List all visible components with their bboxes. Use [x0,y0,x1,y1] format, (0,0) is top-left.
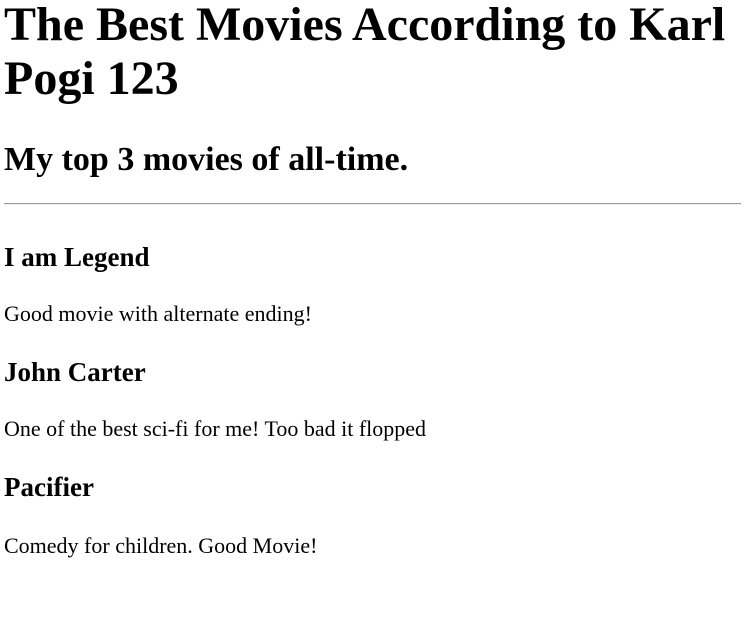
movie-title-i-am-legend: I am Legend [4,242,150,272]
divider [4,203,741,205]
movie-description-i-am-legend: Good movie with alternate ending! [4,301,312,326]
movie-description-pacifier: Comedy for children. Good Movie! [4,533,318,558]
page-subtitle: My top 3 movies of all-time. [4,141,409,178]
page-title: The Best Movies According to Karl Pogi 1… [4,0,726,105]
movie-title-john-carter: John Carter [4,357,146,387]
movie-description-john-carter: One of the best sci-fi for me! Too bad i… [4,416,427,441]
movie-title-pacifier: Pacifier [4,472,94,502]
